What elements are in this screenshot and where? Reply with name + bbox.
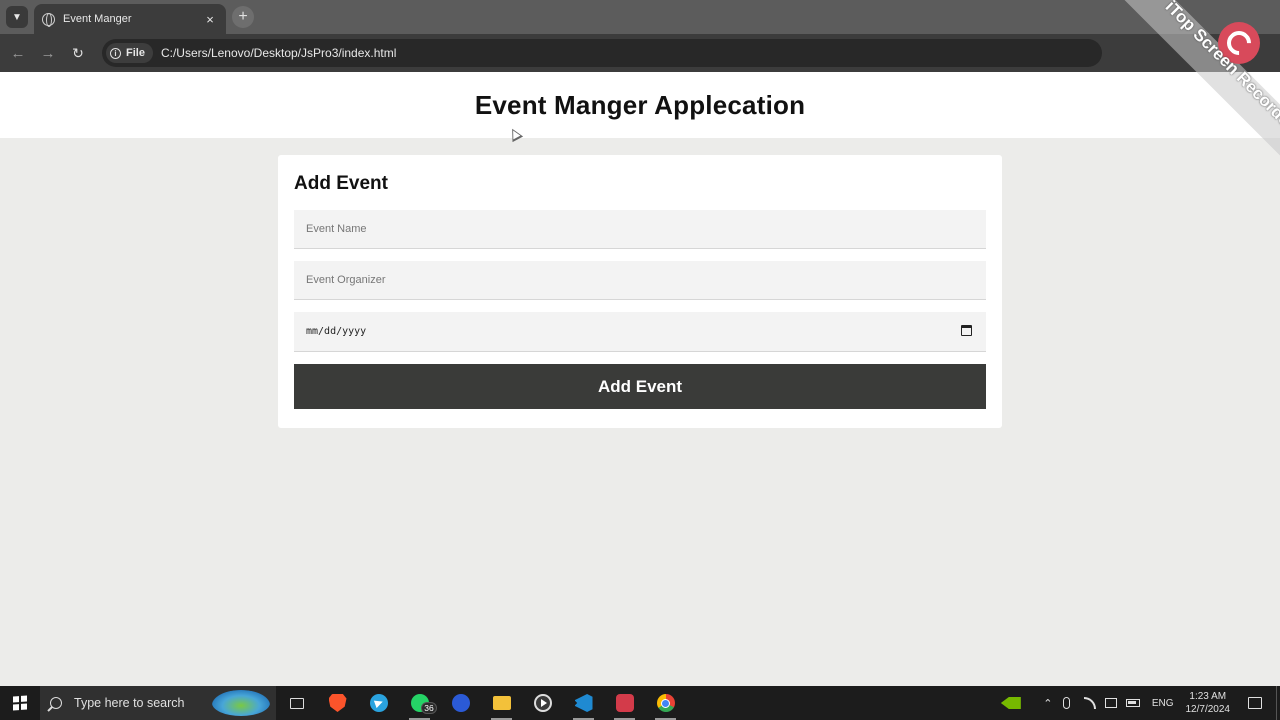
event-date-input[interactable]: mm/dd/yyyy — [306, 326, 366, 337]
search-highlight-image[interactable] — [212, 690, 270, 716]
browser-tab-bar: ▼ Event Manger × + — [0, 0, 1280, 34]
forward-arrow-icon[interactable]: → — [38, 43, 58, 63]
tab-close-icon[interactable]: × — [202, 12, 218, 27]
nvidia-icon[interactable] — [1000, 697, 1021, 709]
site-info-chip[interactable]: i File — [106, 43, 153, 63]
task-view-icon — [289, 697, 304, 709]
chevron-up-icon[interactable]: ⌃ — [1043, 697, 1053, 710]
media-player-icon — [533, 694, 552, 712]
reload-icon[interactable]: ↻ — [68, 43, 88, 63]
taskbar-vscode[interactable] — [563, 686, 604, 720]
event-name-input[interactable] — [306, 223, 974, 235]
page-title: Event Manger Applecation — [474, 89, 806, 120]
search-icon — [50, 697, 62, 709]
globe-icon — [42, 12, 55, 27]
network-icon[interactable] — [1104, 698, 1117, 708]
microphone-icon[interactable] — [1062, 697, 1070, 709]
taskbar-search-text: Type here to search — [74, 696, 185, 710]
folder-icon — [492, 696, 511, 710]
taskbar-screen-recorder[interactable] — [604, 686, 645, 720]
page-header: Event Manger Applecation — [0, 72, 1280, 138]
battery-icon[interactable] — [1125, 699, 1140, 707]
taskbar-brave[interactable] — [317, 686, 358, 720]
browser-toolbar: ← → ↻ i File C:/Users/Lenovo/Desktop/JsP… — [0, 34, 1280, 72]
chrome-icon — [656, 694, 675, 712]
taskbar-file-explorer[interactable] — [481, 686, 522, 720]
start-button[interactable] — [0, 686, 40, 720]
screen-recorder-icon — [615, 694, 634, 712]
telegram-icon — [369, 694, 388, 712]
clock-time: 1:23 AM — [1189, 691, 1227, 702]
event-organizer-field[interactable] — [294, 261, 986, 300]
clock-date: 12/7/2024 — [1185, 704, 1231, 715]
taskbar-clock[interactable]: 1:23 AM 12/7/2024 — [1186, 690, 1231, 716]
add-event-button[interactable]: Add Event — [294, 364, 986, 409]
system-tray: ⌃ ENG 1:23 AM 12/7/2024 — [1000, 686, 1280, 720]
windows-logo-icon — [13, 695, 27, 711]
vscode-icon — [574, 694, 593, 712]
event-organizer-input[interactable] — [306, 274, 974, 286]
info-icon: i — [110, 47, 121, 59]
tab-title: Event Manger — [63, 13, 132, 25]
task-view-button[interactable] — [276, 686, 317, 720]
address-bar[interactable]: i File C:/Users/Lenovo/Desktop/JsPro3/in… — [102, 39, 1102, 67]
taskbar-telegram[interactable] — [358, 686, 399, 720]
notification-icon[interactable] — [1248, 697, 1262, 709]
taskbar-whatsapp[interactable]: 36 — [399, 686, 440, 720]
language-indicator[interactable]: ENG — [1152, 698, 1174, 709]
taskbar-teams[interactable] — [440, 686, 481, 720]
back-arrow-icon[interactable]: ← — [8, 43, 28, 63]
tab-search-chevron-icon[interactable]: ▼ — [6, 6, 28, 28]
windows-taskbar: Type here to search 36 ⌃ ENG 1:23 AM 12/… — [0, 686, 1280, 720]
taskbar-search-box[interactable]: Type here to search — [40, 686, 276, 720]
form-heading: Add Event — [294, 173, 388, 194]
calendar-icon[interactable] — [961, 325, 972, 336]
browser-tab-active[interactable]: Event Manger × — [34, 4, 226, 34]
show-desktop-button[interactable] — [1276, 686, 1280, 720]
brave-icon — [328, 694, 347, 712]
new-tab-button[interactable]: + — [232, 6, 254, 28]
url-text[interactable]: C:/Users/Lenovo/Desktop/JsPro3/index.htm… — [161, 46, 396, 60]
teams-icon — [451, 694, 470, 712]
event-name-field[interactable] — [294, 210, 986, 249]
wifi-icon[interactable] — [1083, 697, 1096, 709]
event-date-field[interactable]: mm/dd/yyyy — [294, 312, 986, 352]
add-event-form-card: Add Event mm/dd/yyyy Add Event — [278, 155, 1002, 428]
whatsapp-badge: 36 — [421, 702, 437, 714]
taskbar-chrome[interactable] — [645, 686, 686, 720]
file-label: File — [126, 47, 145, 59]
taskbar-media-player[interactable] — [522, 686, 563, 720]
